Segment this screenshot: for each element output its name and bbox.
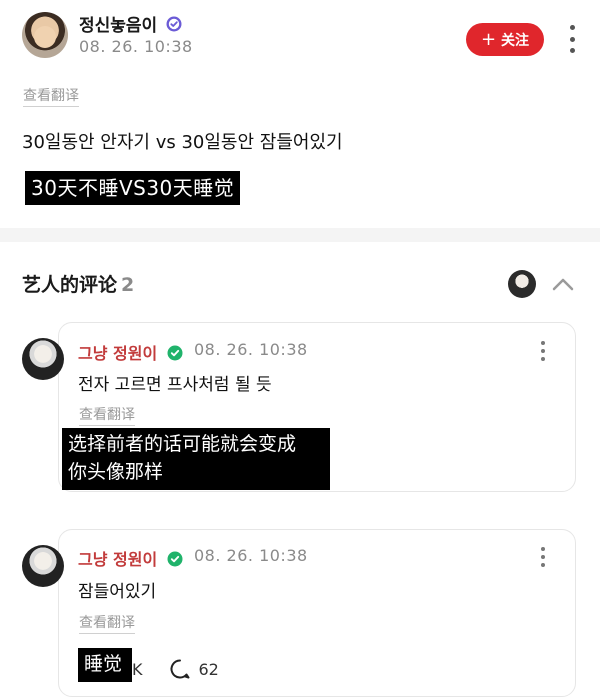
author-name-row[interactable]: 정신놓음이 — [79, 11, 182, 37]
post-translate-link[interactable]: 查看翻译 — [23, 85, 79, 107]
section-divider — [0, 228, 600, 242]
comment-translate-link[interactable]: 查看翻译 — [79, 404, 135, 426]
verified-check-icon — [167, 345, 183, 365]
comment-time: 08. 26. 10:38 — [194, 340, 308, 359]
author-avatar[interactable] — [22, 12, 68, 58]
more-options-icon[interactable] — [565, 23, 579, 55]
post-header: 정신놓음이 08. 26. 10:38 + 关注 — [22, 10, 582, 60]
comment-time: 08. 26. 10:38 — [194, 546, 308, 565]
commenter-name-row[interactable]: 그냥 정원이 — [78, 546, 183, 571]
reply-stat[interactable]: 62 — [169, 658, 219, 680]
commenter-name-row[interactable]: 그냥 정원이 — [78, 340, 183, 365]
post-text: 30일동안 안자기 vs 30일동안 잠들어있기 — [22, 132, 343, 153]
commenter-avatar[interactable] — [22, 545, 64, 587]
post-translation-overlay: 30天不睡VS30天睡觉 — [25, 171, 241, 205]
follow-label: 关注 — [501, 32, 530, 49]
chevron-up-icon[interactable] — [551, 274, 575, 294]
comment-translate-link[interactable]: 查看翻译 — [79, 612, 135, 634]
comment-more-icon[interactable] — [540, 547, 546, 567]
commenter-name[interactable]: 그냥 정원이 — [78, 344, 157, 363]
comment-text: 잠들어있기 — [78, 582, 157, 602]
commenter-avatar[interactable] — [22, 338, 64, 380]
plus-icon: + — [480, 28, 497, 50]
comment-translation-overlay: 选择前者的话可能就会变成 你头像那样 — [62, 428, 330, 490]
reply-count: 62 — [198, 659, 219, 679]
post-time: 08. 26. 10:38 — [79, 37, 193, 56]
author-name[interactable]: 정신놓음이 — [79, 16, 157, 36]
follow-button[interactable]: + 关注 — [466, 23, 544, 56]
comment-bubble-icon — [170, 659, 189, 679]
comment-text: 전자 고르면 프사처럼 될 듯 — [78, 375, 272, 395]
like-count[interactable]: K — [132, 660, 143, 679]
translation-line: 你头像那样 — [68, 461, 164, 483]
artist-comments-count: 2 — [121, 274, 135, 296]
artist-mini-avatar[interactable] — [508, 270, 536, 298]
verified-badge-icon — [166, 16, 182, 37]
artist-comments-title: 艺人的评论 — [22, 274, 118, 296]
comment-more-icon[interactable] — [540, 341, 546, 361]
comment-translation-overlay: 睡觉 — [78, 648, 132, 682]
verified-check-icon — [167, 551, 183, 571]
translation-line: 选择前者的话可能就会变成 — [68, 433, 297, 455]
artist-comments-heading: 艺人的评论 2 — [22, 270, 134, 297]
commenter-name[interactable]: 그냥 정원이 — [78, 550, 157, 569]
